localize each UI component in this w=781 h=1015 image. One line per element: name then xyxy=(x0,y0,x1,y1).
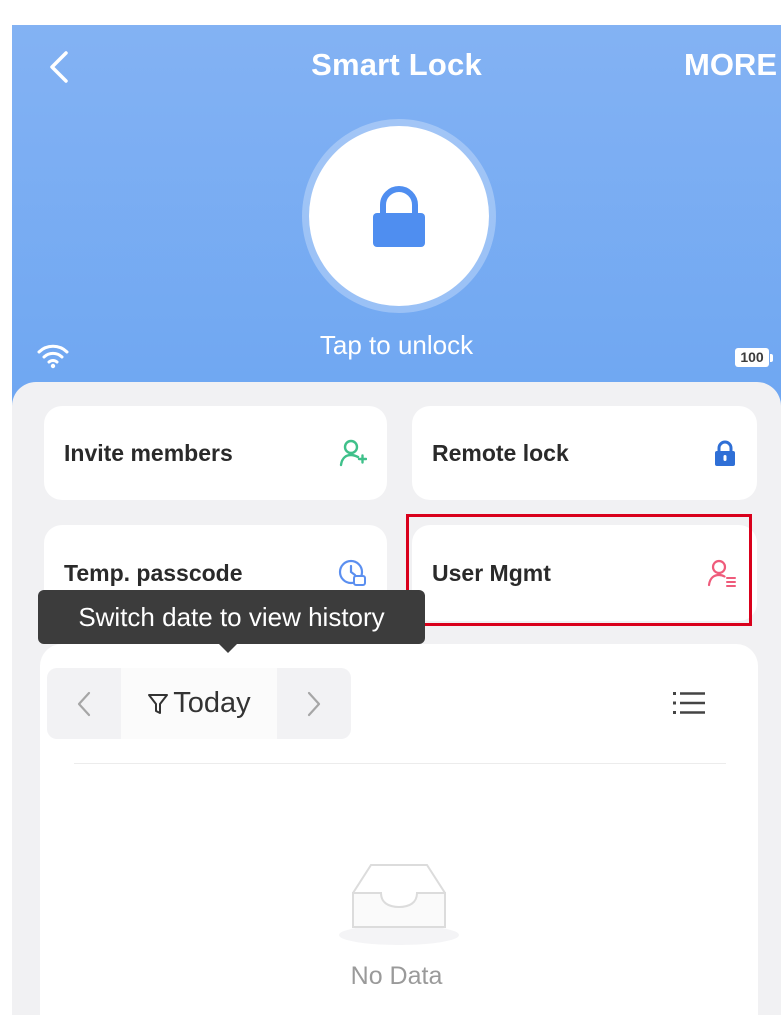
clock-passcode-icon xyxy=(338,559,366,586)
invite-members-card[interactable]: Invite members xyxy=(44,406,387,500)
date-label: Today xyxy=(173,687,251,719)
user-mgmt-card[interactable]: User Mgmt xyxy=(412,525,757,621)
remote-lock-label: Remote lock xyxy=(432,440,569,466)
remote-lock-card[interactable]: Remote lock xyxy=(412,406,757,500)
list-view-button[interactable] xyxy=(672,688,706,723)
tooltip-arrow xyxy=(219,644,237,653)
chevron-left-icon xyxy=(77,691,91,716)
list-icon xyxy=(673,692,705,714)
previous-date-button[interactable] xyxy=(47,668,121,739)
battery-level: 100 xyxy=(735,348,769,367)
wifi-icon xyxy=(37,344,69,369)
user-mgmt-label: User Mgmt xyxy=(432,560,551,586)
content-panel: Invite members Remote lock Temp. passcod… xyxy=(12,382,781,1015)
user-management-icon xyxy=(707,559,736,587)
history-tooltip: Switch date to view history xyxy=(38,590,425,644)
next-date-button[interactable] xyxy=(277,668,351,739)
lock-icon xyxy=(373,186,425,247)
invite-members-label: Invite members xyxy=(64,440,233,466)
empty-inbox-icon xyxy=(339,864,459,945)
history-divider xyxy=(74,763,726,764)
more-button[interactable]: MORE xyxy=(684,47,777,83)
chevron-right-icon xyxy=(307,691,321,716)
lock-button-face xyxy=(309,126,489,306)
padlock-icon xyxy=(715,440,735,466)
battery-tip xyxy=(770,353,773,362)
filter-icon xyxy=(148,693,169,714)
smart-lock-screen: Smart Lock MORE Tap to unlock 100 Invite… xyxy=(12,25,781,1015)
date-filter-button[interactable]: Today xyxy=(121,668,277,739)
unlock-button[interactable] xyxy=(302,119,496,313)
no-data-label: No Data xyxy=(350,962,443,990)
date-switcher: Today xyxy=(47,668,351,739)
tap-to-unlock-label: Tap to unlock xyxy=(319,330,474,360)
page-title: Smart Lock xyxy=(311,47,482,82)
add-user-icon xyxy=(339,439,367,467)
battery-indicator: 100 xyxy=(735,348,773,367)
